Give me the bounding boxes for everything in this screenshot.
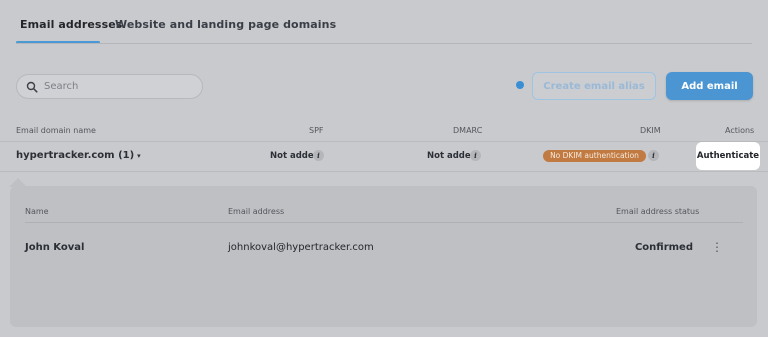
contact-name: John Koval xyxy=(25,242,85,253)
domain-name: hypertracker.com (1) xyxy=(16,150,135,161)
chevron-down-icon: ▾ xyxy=(137,152,141,160)
column-header-dkim: DKIM xyxy=(640,126,661,135)
column-header-status: Email address status xyxy=(616,207,700,216)
column-header-actions: Actions xyxy=(725,126,755,135)
search-placeholder: Search xyxy=(44,81,79,92)
tab-email-addresses[interactable]: Email addresses xyxy=(20,18,122,31)
email-status: Confirmed xyxy=(634,242,693,253)
search-icon xyxy=(26,81,38,93)
create-email-alias-button[interactable]: Create email alias xyxy=(532,72,656,100)
dkim-status-badge: No DKIM authentication xyxy=(543,150,646,162)
email-details-panel: Name Email address Email address status … xyxy=(10,186,757,327)
contact-email: johnkoval@hypertracker.com xyxy=(228,242,374,253)
row-divider xyxy=(0,171,768,172)
panel-divider xyxy=(25,222,743,223)
authenticate-button[interactable]: Authenticate xyxy=(696,142,760,170)
info-icon[interactable]: i xyxy=(470,150,481,161)
column-header-spf: SPF xyxy=(309,126,324,135)
info-icon[interactable]: i xyxy=(313,150,324,161)
tab-bar: Email addresses Website and landing page… xyxy=(0,0,768,44)
column-header-domain: Email domain name xyxy=(16,126,96,135)
tab-domains[interactable]: Website and landing page domains xyxy=(115,18,336,31)
search-input[interactable]: Search xyxy=(16,74,203,99)
column-header-dmarc: DMARC xyxy=(453,126,483,135)
notification-dot xyxy=(516,81,524,89)
domain-row-toggle[interactable]: hypertracker.com (1) ▾ xyxy=(16,150,141,161)
more-options-icon[interactable]: ⋮ xyxy=(711,241,723,254)
info-icon[interactable]: i xyxy=(648,150,659,161)
tabs-divider xyxy=(16,43,752,44)
column-header-name: Name xyxy=(25,207,49,216)
column-header-email: Email address xyxy=(228,207,285,216)
header-divider xyxy=(0,141,768,142)
add-email-button[interactable]: Add email xyxy=(666,72,753,100)
